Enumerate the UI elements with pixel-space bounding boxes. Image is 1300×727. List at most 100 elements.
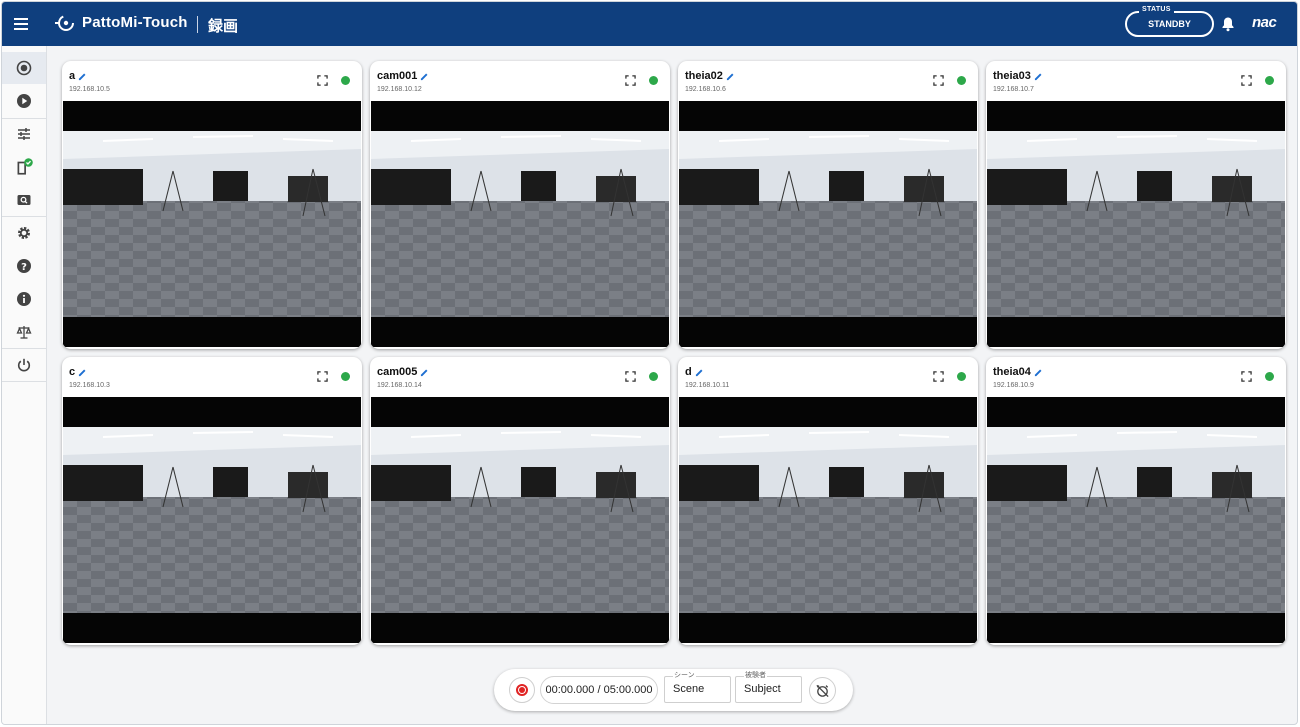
alarm-off-icon <box>816 684 829 698</box>
camera-card: theia04 192.168.10.9 <box>986 357 1286 645</box>
info-icon <box>17 292 31 306</box>
edit-pencil-icon[interactable] <box>695 368 704 377</box>
timer-off-button[interactable] <box>809 677 836 704</box>
camera-feed[interactable] <box>371 397 669 643</box>
camera-name: d <box>685 366 692 378</box>
camera-card: c 192.168.10.3 <box>62 357 362 645</box>
camera-name: cam001 <box>377 70 418 82</box>
camera-feed[interactable] <box>987 101 1285 347</box>
camera-card: cam005 192.168.10.14 <box>370 357 670 645</box>
camera-feed[interactable] <box>63 101 361 347</box>
camera-card: a 192.168.10.5 <box>62 61 362 349</box>
bell-icon[interactable] <box>1220 16 1236 32</box>
camera-name: theia03 <box>993 70 1031 82</box>
sidebar-item-record[interactable] <box>2 52 46 84</box>
status-dot <box>957 76 966 85</box>
sidebar-divider <box>2 381 46 382</box>
camera-feed[interactable] <box>371 101 669 347</box>
camera-name-row: cam001 <box>377 70 429 82</box>
app-name: PattoMi-Touch <box>82 13 188 31</box>
camera-card: cam001 192.168.10.12 <box>370 61 670 349</box>
camera-feed[interactable] <box>679 397 977 643</box>
camera-ip: 192.168.10.12 <box>377 86 422 93</box>
power-icon <box>17 358 31 372</box>
camera-name: theia04 <box>993 366 1031 378</box>
camera-name-row: a <box>69 70 87 82</box>
record-icon <box>16 60 32 76</box>
record-icon <box>516 684 528 696</box>
camera-name: cam005 <box>377 366 418 378</box>
camera-ip: 192.168.10.3 <box>69 382 110 389</box>
camera-ip: 192.168.10.5 <box>69 86 110 93</box>
feed-image <box>63 427 361 613</box>
camera-feed[interactable] <box>987 397 1285 643</box>
top-header: PattoMi-Touch 録画 STATUS STANDBY nac <box>2 2 1297 46</box>
camera-ip: 192.168.10.6 <box>685 86 726 93</box>
fullscreen-icon[interactable] <box>317 371 328 382</box>
camera-card: theia03 192.168.10.7 <box>986 61 1286 349</box>
sidebar-item-device[interactable] <box>2 151 46 183</box>
camera-feed[interactable] <box>679 101 977 347</box>
sidebar-item-info[interactable] <box>2 283 46 315</box>
subject-label: 被験者 <box>744 670 767 680</box>
feed-image <box>679 131 977 317</box>
sidebar-item-camera-search[interactable] <box>2 184 46 216</box>
hamburger-menu-icon[interactable] <box>14 15 34 33</box>
fullscreen-icon[interactable] <box>933 371 944 382</box>
logo-mark-icon <box>55 15 74 31</box>
fullscreen-icon[interactable] <box>625 371 636 382</box>
sidebar-item-settings[interactable] <box>2 217 46 249</box>
status-dot <box>649 76 658 85</box>
status-dot <box>341 76 350 85</box>
svg-text:?: ? <box>21 262 27 273</box>
fullscreen-icon[interactable] <box>625 75 636 86</box>
fullscreen-icon[interactable] <box>933 75 944 86</box>
camera-search-icon <box>17 195 31 205</box>
sidebar-item-help[interactable]: ? <box>2 250 46 282</box>
status-value: STANDBY <box>1148 19 1191 29</box>
app-logo: PattoMi-Touch <box>54 11 188 33</box>
edit-pencil-icon[interactable] <box>78 72 87 81</box>
scale-icon <box>16 326 32 339</box>
edit-pencil-icon[interactable] <box>726 72 735 81</box>
status-dot <box>957 372 966 381</box>
subject-field[interactable]: 被験者 Subject <box>735 670 802 703</box>
status-dot <box>1265 372 1274 381</box>
recording-time: 00:00.000 / 05:00.000 <box>540 676 658 704</box>
feed-image <box>371 131 669 317</box>
fullscreen-icon[interactable] <box>1241 371 1252 382</box>
camera-name-row: theia03 <box>993 70 1043 82</box>
feed-image <box>987 427 1285 613</box>
sidebar-item-license[interactable] <box>2 316 46 348</box>
sidebar-item-settings-sliders[interactable] <box>2 118 46 150</box>
edit-pencil-icon[interactable] <box>420 72 429 81</box>
feed-image <box>63 131 361 317</box>
feed-image <box>987 131 1285 317</box>
sidebar-item-power[interactable] <box>2 349 46 381</box>
fullscreen-icon[interactable] <box>317 75 328 86</box>
status-button[interactable]: STATUS STANDBY <box>1125 6 1214 37</box>
camera-name: a <box>69 70 76 82</box>
scene-field[interactable]: シーン Scene <box>664 670 731 703</box>
feed-image <box>371 427 669 613</box>
camera-name-row: cam005 <box>377 366 429 378</box>
sidebar: ? <box>2 46 47 724</box>
edit-pencil-icon[interactable] <box>420 368 429 377</box>
app-window: PattoMi-Touch 録画 STATUS STANDBY nac ? a … <box>1 1 1298 725</box>
edit-pencil-icon[interactable] <box>78 368 87 377</box>
sidebar-item-play[interactable] <box>2 85 46 117</box>
sliders-icon <box>18 128 30 140</box>
edit-pencil-icon[interactable] <box>1034 368 1043 377</box>
camera-ip: 192.168.10.9 <box>993 382 1034 389</box>
scene-label: シーン <box>673 670 696 680</box>
camera-name-row: theia02 <box>685 70 735 82</box>
header-divider <box>197 16 198 33</box>
camera-feed[interactable] <box>63 397 361 643</box>
page-title: 録画 <box>208 18 239 35</box>
camera-ip: 192.168.10.7 <box>993 86 1034 93</box>
edit-pencil-icon[interactable] <box>1034 72 1043 81</box>
camera-ip: 192.168.10.11 <box>685 382 730 389</box>
camera-name-row: theia04 <box>993 366 1043 378</box>
fullscreen-icon[interactable] <box>1241 75 1252 86</box>
record-button[interactable] <box>509 677 535 703</box>
